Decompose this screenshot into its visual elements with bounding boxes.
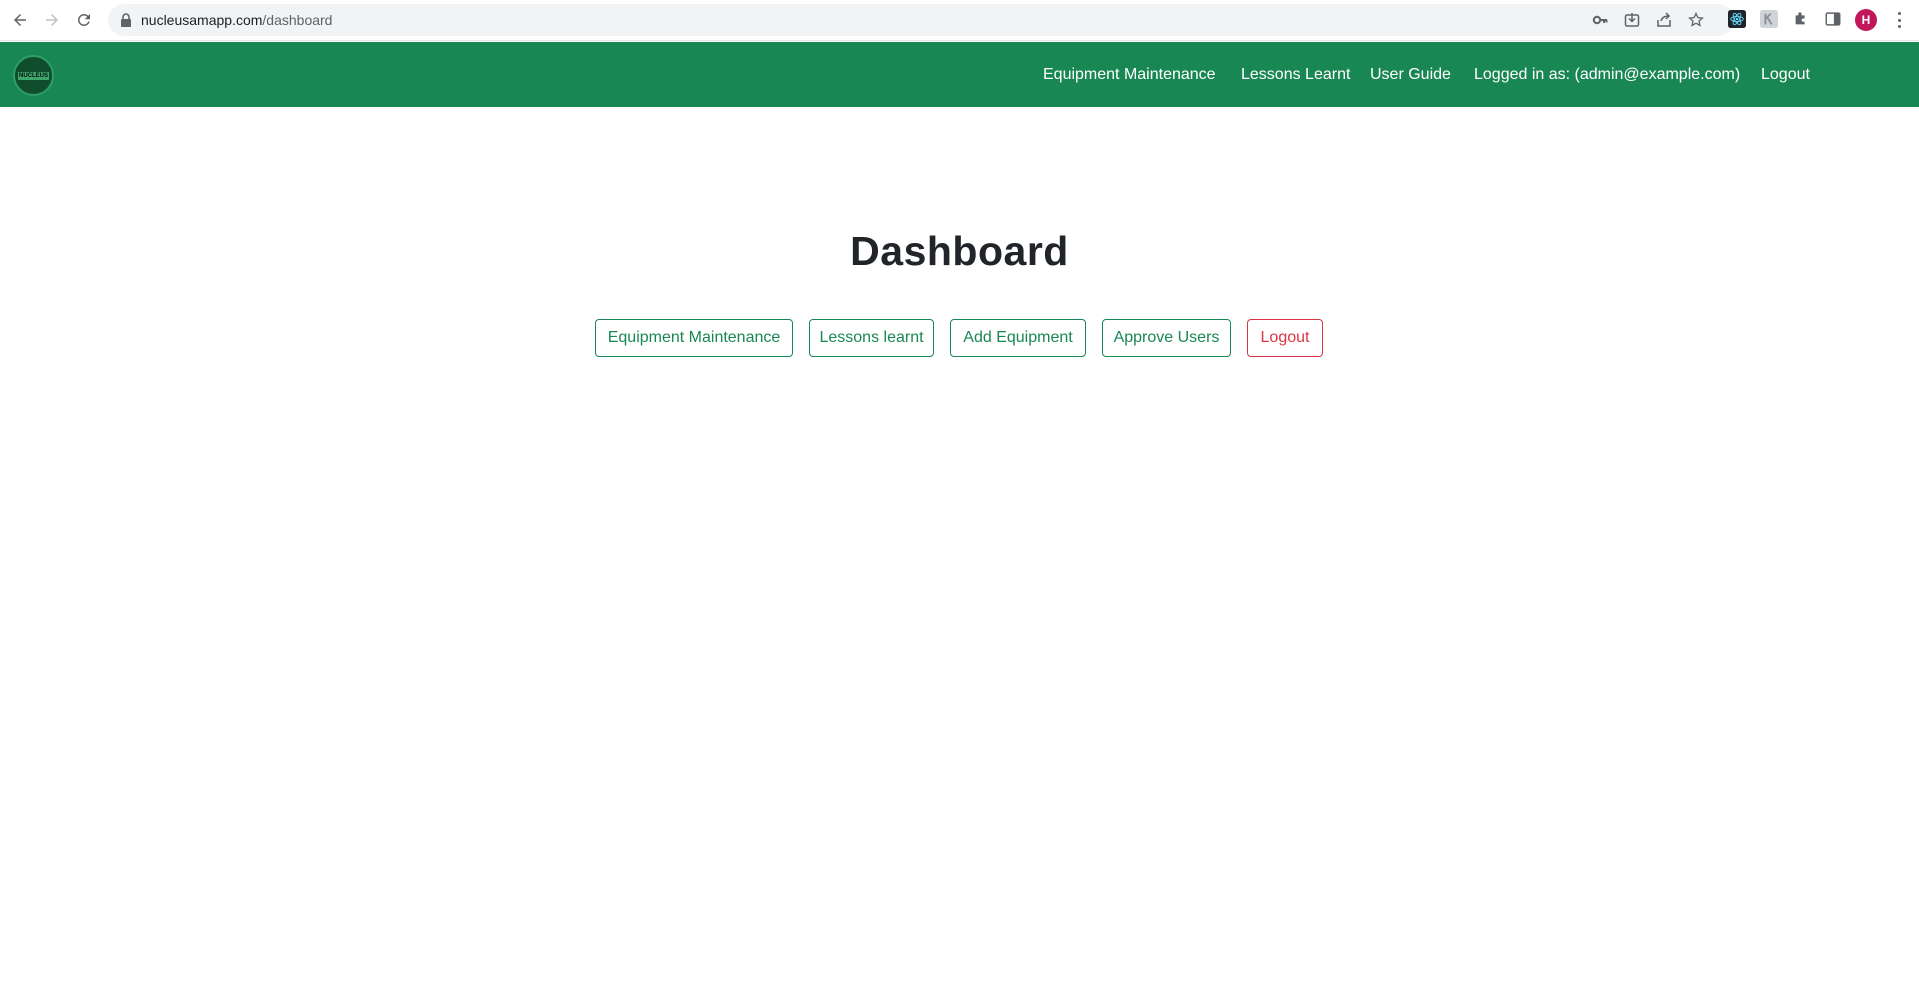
nucleus-logo[interactable]: NUCLEUS: [13, 55, 54, 96]
url-path: /dashboard: [262, 12, 333, 28]
nav-user-guide[interactable]: User Guide: [1370, 42, 1451, 107]
menu-icon[interactable]: [1891, 10, 1907, 30]
extension-k-icon[interactable]: [1759, 9, 1779, 29]
nav-logout[interactable]: Logout: [1761, 42, 1810, 107]
profile-avatar[interactable]: H: [1855, 9, 1877, 31]
equipment-maintenance-button[interactable]: Equipment Maintenance: [595, 319, 793, 357]
approve-users-button[interactable]: Approve Users: [1102, 319, 1231, 357]
url-host: nucleusamapp.com: [141, 12, 263, 28]
back-icon[interactable]: [8, 8, 32, 32]
page-title: Dashboard: [850, 228, 1069, 274]
address-bar[interactable]: nucleusamapp.com/dashboard: [108, 4, 1734, 36]
share-icon[interactable]: [1656, 12, 1672, 28]
reload-icon[interactable]: [72, 8, 96, 32]
forward-icon[interactable]: [40, 8, 64, 32]
url-text[interactable]: nucleusamapp.com/dashboard: [141, 4, 332, 36]
nav-lessons-learnt[interactable]: Lessons Learnt: [1241, 42, 1350, 107]
side-panel-icon[interactable]: [1823, 9, 1843, 29]
react-devtools-icon[interactable]: [1727, 9, 1747, 29]
star-icon[interactable]: [1688, 12, 1704, 28]
lessons-learnt-button[interactable]: Lessons learnt: [809, 319, 934, 357]
install-icon[interactable]: [1624, 12, 1640, 28]
key-icon[interactable]: [1592, 12, 1608, 28]
logout-button[interactable]: Logout: [1247, 319, 1323, 357]
browser-toolbar: nucleusamapp.com/dashboard H: [0, 0, 1919, 41]
add-equipment-button[interactable]: Add Equipment: [950, 319, 1086, 357]
lock-icon[interactable]: [120, 13, 132, 27]
nav-logged-in-as[interactable]: Logged in as: (admin@example.com): [1474, 42, 1740, 107]
top-navbar: NUCLEUS Equipment Maintenance Lessons Le…: [0, 42, 1919, 107]
puzzle-icon[interactable]: [1791, 9, 1811, 29]
logo-text: NUCLEUS: [17, 71, 49, 80]
nav-equipment-maintenance[interactable]: Equipment Maintenance: [1043, 42, 1216, 107]
